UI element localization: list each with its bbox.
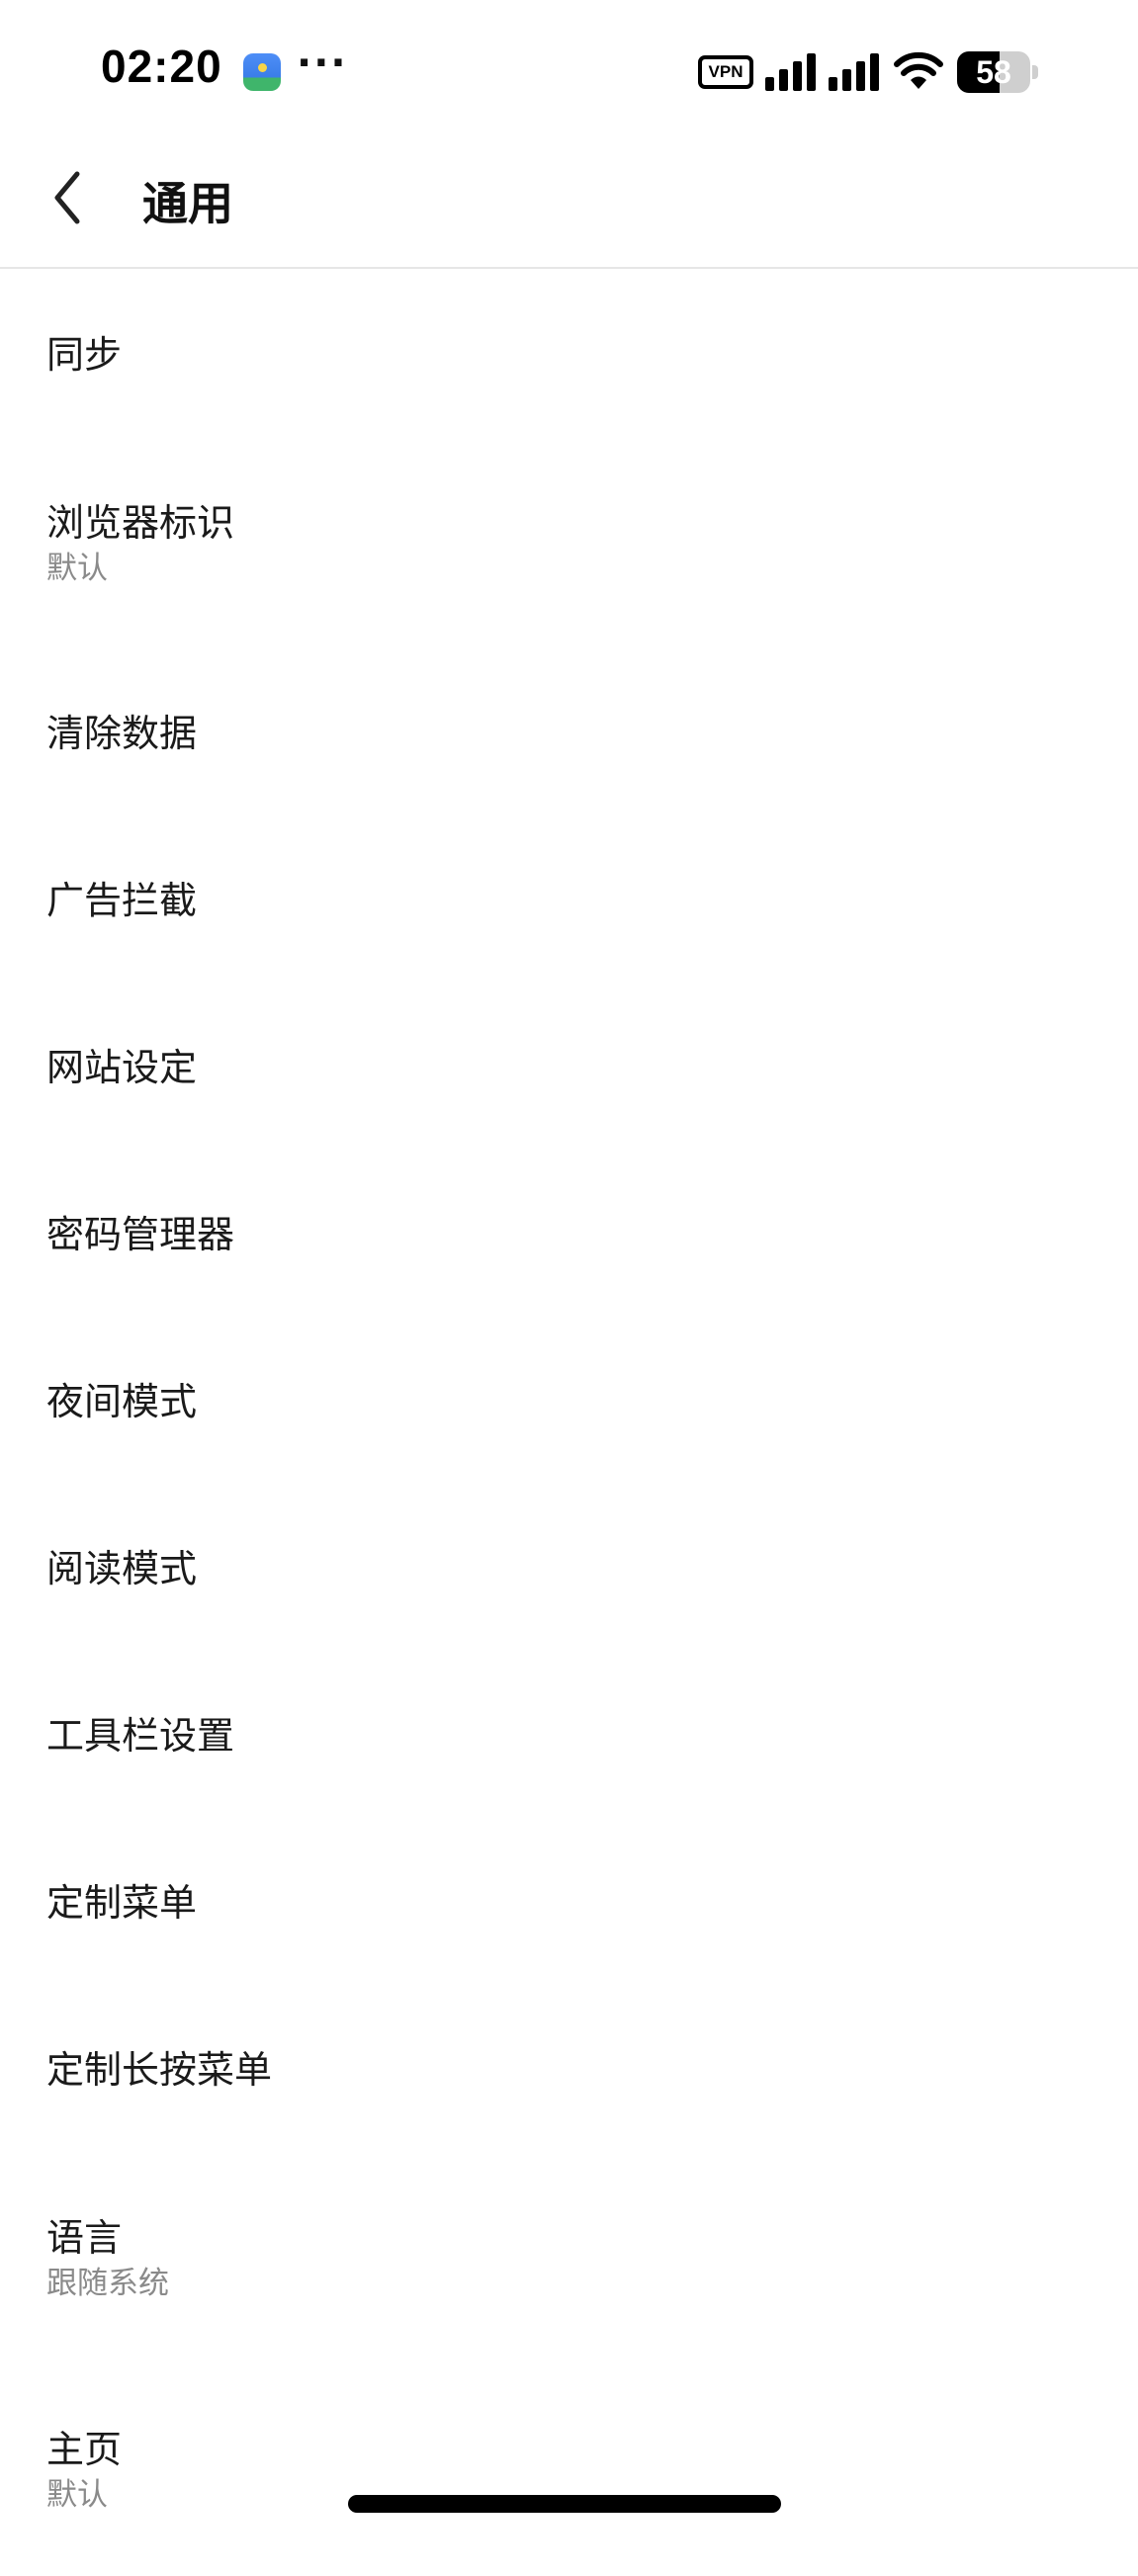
settings-item-toolbar-settings[interactable]: 工具栏设置 bbox=[0, 1652, 1138, 1819]
settings-item-ad-block[interactable]: 广告拦截 bbox=[0, 816, 1138, 984]
signal-icon bbox=[765, 53, 879, 91]
settings-item-label: 浏览器标识 bbox=[46, 501, 235, 545]
home-indicator[interactable] bbox=[348, 2495, 781, 2513]
page-title: 通用 bbox=[142, 177, 233, 230]
settings-item-label: 清除数据 bbox=[46, 711, 198, 755]
settings-item-language[interactable]: 语言 跟随系统 bbox=[0, 2153, 1138, 2364]
settings-item-custom-long-press-menu[interactable]: 定制长按菜单 bbox=[0, 1986, 1138, 2153]
settings-item-site-settings[interactable]: 网站设定 bbox=[0, 984, 1138, 1151]
status-bar: 02:20 ··· VPN 58 bbox=[0, 0, 1138, 148]
settings-item-label: 定制长按菜单 bbox=[46, 2047, 273, 2092]
settings-item-label: 夜间模式 bbox=[46, 1379, 198, 1423]
settings-item-label: 密码管理器 bbox=[46, 1212, 235, 1256]
settings-item-reading-mode[interactable]: 阅读模式 bbox=[0, 1485, 1138, 1652]
battery-level: 58 bbox=[976, 54, 1011, 90]
back-button[interactable] bbox=[40, 162, 103, 233]
settings-item-label: 主页 bbox=[46, 2428, 123, 2471]
settings-list: 同步 浏览器标识 默认 清除数据 广告拦截 网站设定 密码管理器 夜间模式 阅读… bbox=[0, 271, 1138, 2576]
vpn-icon: VPN bbox=[698, 55, 753, 89]
wifi-icon bbox=[894, 51, 943, 89]
settings-item-value: 跟随系统 bbox=[46, 2266, 169, 2301]
settings-item-custom-menu[interactable]: 定制菜单 bbox=[0, 1819, 1138, 1986]
settings-item-user-agent[interactable]: 浏览器标识 默认 bbox=[0, 438, 1138, 649]
settings-item-label: 阅读模式 bbox=[46, 1546, 198, 1590]
chevron-left-icon bbox=[54, 171, 80, 224]
settings-item-label: 网站设定 bbox=[46, 1045, 198, 1089]
settings-item-label: 定制菜单 bbox=[46, 1880, 198, 1925]
header: 通用 bbox=[0, 148, 1138, 269]
settings-item-password-manager[interactable]: 密码管理器 bbox=[0, 1151, 1138, 1318]
settings-item-label: 语言 bbox=[46, 2216, 123, 2260]
status-time: 02:20 bbox=[101, 41, 222, 92]
settings-item-label: 同步 bbox=[46, 332, 123, 377]
settings-item-label: 广告拦截 bbox=[46, 878, 198, 922]
settings-item-value: 默认 bbox=[46, 551, 108, 586]
settings-item-homepage[interactable]: 主页 默认 bbox=[0, 2364, 1138, 2576]
settings-item-clear-data[interactable]: 清除数据 bbox=[0, 649, 1138, 816]
battery-icon: 58 bbox=[957, 51, 1038, 93]
settings-item-night-mode[interactable]: 夜间模式 bbox=[0, 1318, 1138, 1485]
settings-item-label: 工具栏设置 bbox=[46, 1713, 235, 1758]
notification-app-icon bbox=[243, 53, 281, 91]
settings-item-sync[interactable]: 同步 bbox=[0, 271, 1138, 438]
more-notifications-icon: ··· bbox=[297, 41, 348, 86]
